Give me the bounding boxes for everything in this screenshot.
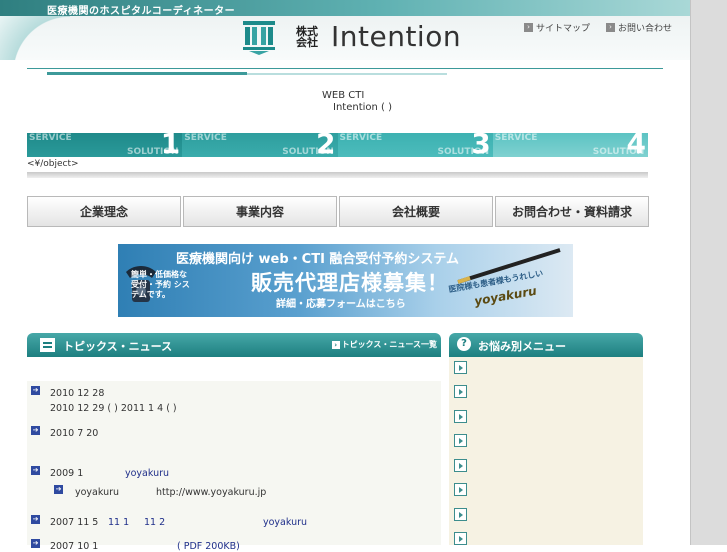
concern-menu <box>449 357 643 545</box>
service-label: SERVICE <box>29 133 72 143</box>
service-tab-2[interactable]: SERVICE SOLUTION 2 <box>182 133 338 157</box>
arrow-right-icon: ➔ <box>31 539 40 548</box>
nav-contact-request[interactable]: お問合わせ・資料請求 <box>495 196 649 227</box>
menu-item-6[interactable] <box>454 483 467 496</box>
topics-all-link[interactable]: › トピックス・ニュース一覧 <box>331 339 437 350</box>
news-item-4-link-c[interactable]: yoyakuru <box>263 517 307 528</box>
topics-all-label: トピックス・ニュース一覧 <box>341 340 437 349</box>
news-item-3-date: 2009 1 <box>50 468 84 479</box>
news-item-3-url[interactable]: http://www.yoyakuru.jp <box>156 487 266 498</box>
object-text: <¥/object> <box>27 159 79 169</box>
contact-link[interactable]: › お問い合わせ <box>606 21 672 34</box>
news-item-1-line-1: 2010 12 28 <box>50 388 105 399</box>
service-tab-4[interactable]: SERVICE SOLUTION 4 <box>492 133 648 157</box>
news-item-5-link[interactable]: ( PDF 200KB) <box>177 541 240 552</box>
main-nav: 企業理念 事業内容 会社概要 お問合わせ・資料請求 <box>27 196 649 227</box>
logo-company-name[interactable]: Intention <box>331 20 461 53</box>
arrow-square-icon: › <box>524 23 533 32</box>
arrow-right-icon: ➔ <box>54 485 63 494</box>
intro-line-2: Intention ( ) <box>333 102 393 113</box>
concern-menu-title: お悩み別メニュー <box>478 340 566 353</box>
arrow-right-icon: ➔ <box>31 386 40 395</box>
service-number: 1 <box>160 133 181 157</box>
service-banner: SERVICE SOLUTION 1 SERVICE SOLUTION 2 SE… <box>27 133 648 157</box>
site-header: 株式会社 Intention › サイトマップ › お問い合わせ <box>0 16 690 60</box>
divider-line <box>27 68 663 69</box>
news-item-5-date: 2007 10 1 <box>50 541 99 552</box>
sitemap-link-label: サイトマップ <box>536 24 591 34</box>
news-item-2: 2010 7 20 <box>50 428 99 439</box>
menu-item-7[interactable] <box>454 508 467 521</box>
ad-left-text: 簡単・低価格な 受付・予約 システムです。 <box>131 270 190 299</box>
news-item-4-link-b[interactable]: 11 2 <box>144 517 165 528</box>
concern-menu-header: ? お悩み別メニュー <box>449 333 643 357</box>
company-logo-icon[interactable] <box>243 21 275 55</box>
service-number: 2 <box>316 133 336 157</box>
service-label: SERVICE <box>494 133 538 143</box>
intro-line-1: WEB CTI <box>322 90 365 101</box>
menu-item-4[interactable] <box>454 434 467 447</box>
news-item-3-sub-label: yoyakuru <box>75 487 120 498</box>
menu-item-3[interactable] <box>454 410 467 423</box>
divider-accent <box>47 72 247 75</box>
news-item-4-link-a[interactable]: 11 1 <box>108 517 129 528</box>
contact-link-label: お問い合わせ <box>618 24 673 34</box>
gray-divider <box>27 172 648 178</box>
divider-accent-light <box>247 73 447 75</box>
nav-business[interactable]: 事業内容 <box>183 196 337 227</box>
ad-subtext: 詳細・応募フォームはこちら <box>276 299 406 310</box>
nav-company[interactable]: 会社概要 <box>339 196 493 227</box>
arrow-square-icon: › <box>331 340 340 349</box>
service-label: SERVICE <box>339 133 383 143</box>
reseller-ad-banner[interactable]: 医療機関向け web・CTI 融合受付予約システム 簡単・低価格な 受付・予約 … <box>118 244 573 317</box>
news-list-icon <box>40 338 55 352</box>
service-tab-1[interactable]: SERVICE SOLUTION 1 <box>27 133 183 157</box>
arrow-right-icon: ➔ <box>31 466 40 475</box>
menu-item-1[interactable] <box>454 361 467 374</box>
sitemap-link[interactable]: › サイトマップ <box>524 21 590 34</box>
topics-title: トピックス・ニュース <box>63 340 173 353</box>
question-icon: ? <box>457 337 471 351</box>
news-item-3-link[interactable]: yoyakuru <box>125 468 169 479</box>
arrow-right-icon: ➔ <box>31 426 40 435</box>
top-band: 医療機関のホスピタルコーディネーター <box>0 0 690 17</box>
right-gutter <box>690 0 727 545</box>
topics-header: トピックス・ニュース › トピックス・ニュース一覧 <box>27 333 441 357</box>
service-label: SERVICE <box>184 133 227 143</box>
nav-philosophy[interactable]: 企業理念 <box>27 196 181 227</box>
ad-title: 医療機関向け web・CTI 融合受付予約システム <box>176 252 460 267</box>
menu-item-2[interactable] <box>454 385 467 398</box>
arrow-square-icon: › <box>606 23 615 32</box>
news-item-1-line-2: 2010 12 29 ( ) 2011 1 4 ( ) <box>50 403 177 414</box>
ad-headline: 販売代理店様募集！ <box>251 271 449 295</box>
arrow-right-icon: ➔ <box>31 515 40 524</box>
service-tab-3[interactable]: SERVICE SOLUTION 3 <box>337 133 493 157</box>
service-number: 3 <box>471 133 491 157</box>
menu-item-5[interactable] <box>454 459 467 472</box>
header-curve-decoration <box>0 16 70 60</box>
news-list: ➔ 2010 12 28 2010 12 29 ( ) 2011 1 4 ( )… <box>27 381 441 552</box>
service-number: 4 <box>626 133 646 157</box>
logo-kabushiki-kaisha: 株式会社 <box>296 25 318 49</box>
tagline: 医療機関のホスピタルコーディネーター <box>47 6 236 17</box>
menu-item-8[interactable] <box>454 532 467 545</box>
news-item-4-date: 2007 11 5 <box>50 517 99 528</box>
